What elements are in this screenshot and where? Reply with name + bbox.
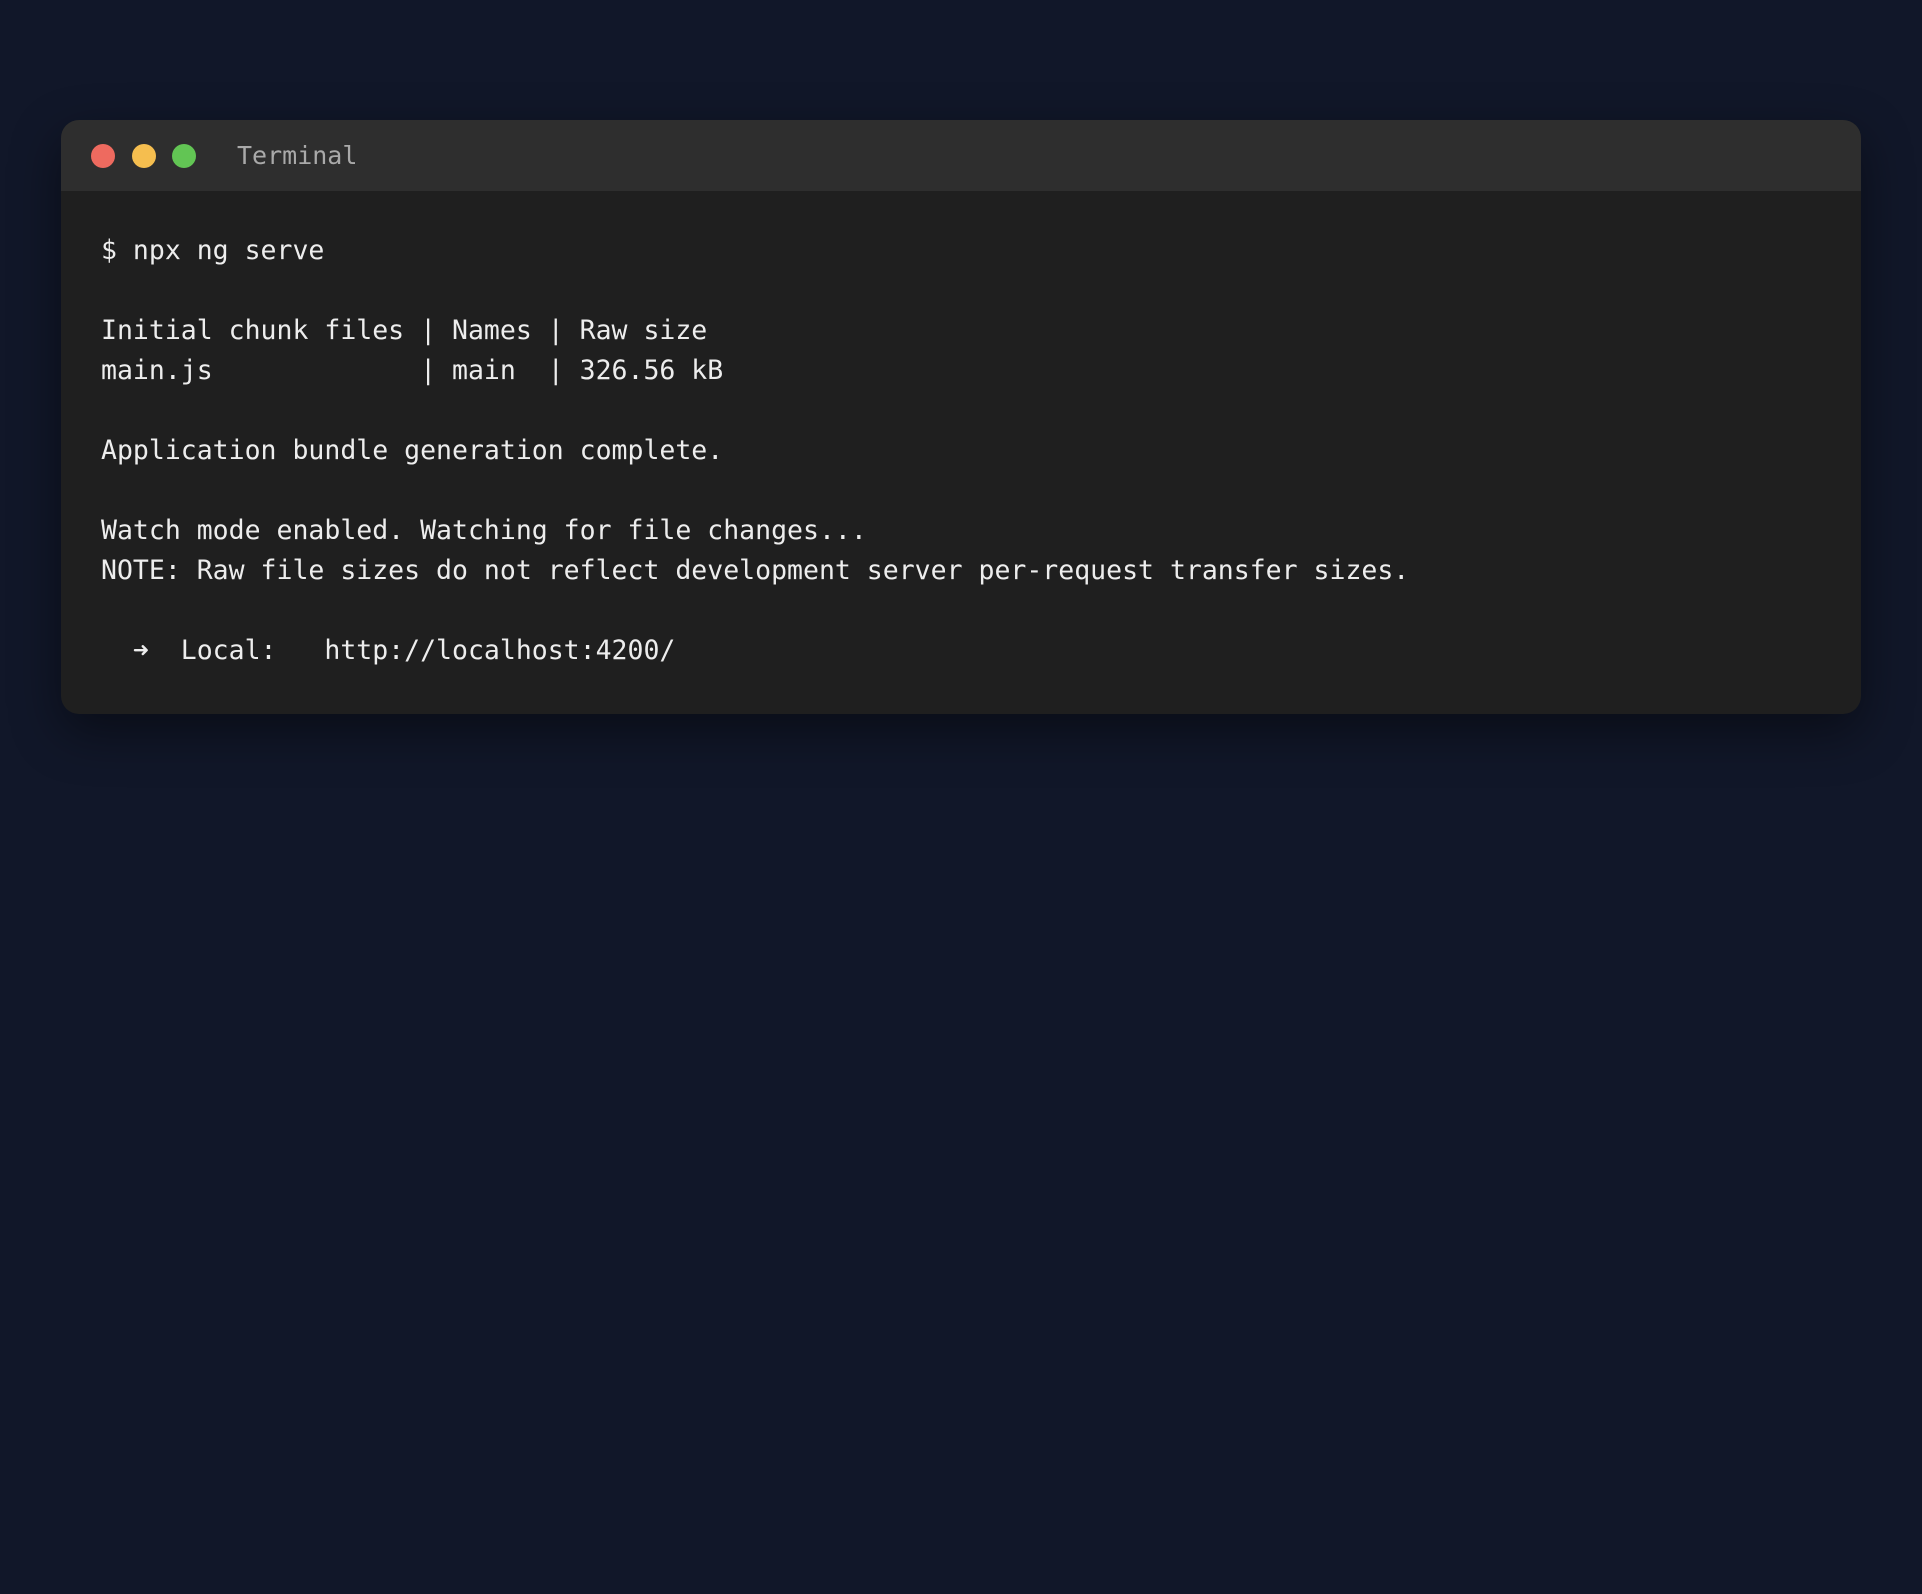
chunk-table-row: main.js | main | 326.56 kB — [101, 355, 724, 386]
close-button[interactable] — [91, 144, 115, 168]
minimize-button[interactable] — [132, 144, 156, 168]
chunk-table-header: Initial chunk files | Names | Raw size — [101, 315, 708, 346]
command-line: $ npx ng serve — [101, 235, 325, 266]
local-url-line: ➜ Local: http://localhost:4200/ — [101, 635, 676, 666]
title-bar: Terminal — [61, 120, 1861, 191]
terminal-window: Terminal $ npx ng serve Initial chunk fi… — [61, 120, 1861, 714]
zoom-button[interactable] — [172, 144, 196, 168]
terminal-output[interactable]: $ npx ng serve Initial chunk files | Nam… — [101, 231, 1821, 671]
note-line: NOTE: Raw file sizes do not reflect deve… — [101, 555, 1410, 586]
bundle-status-line: Application bundle generation complete. — [101, 435, 724, 466]
window-title: Terminal — [237, 141, 358, 170]
watch-mode-line: Watch mode enabled. Watching for file ch… — [101, 515, 867, 546]
